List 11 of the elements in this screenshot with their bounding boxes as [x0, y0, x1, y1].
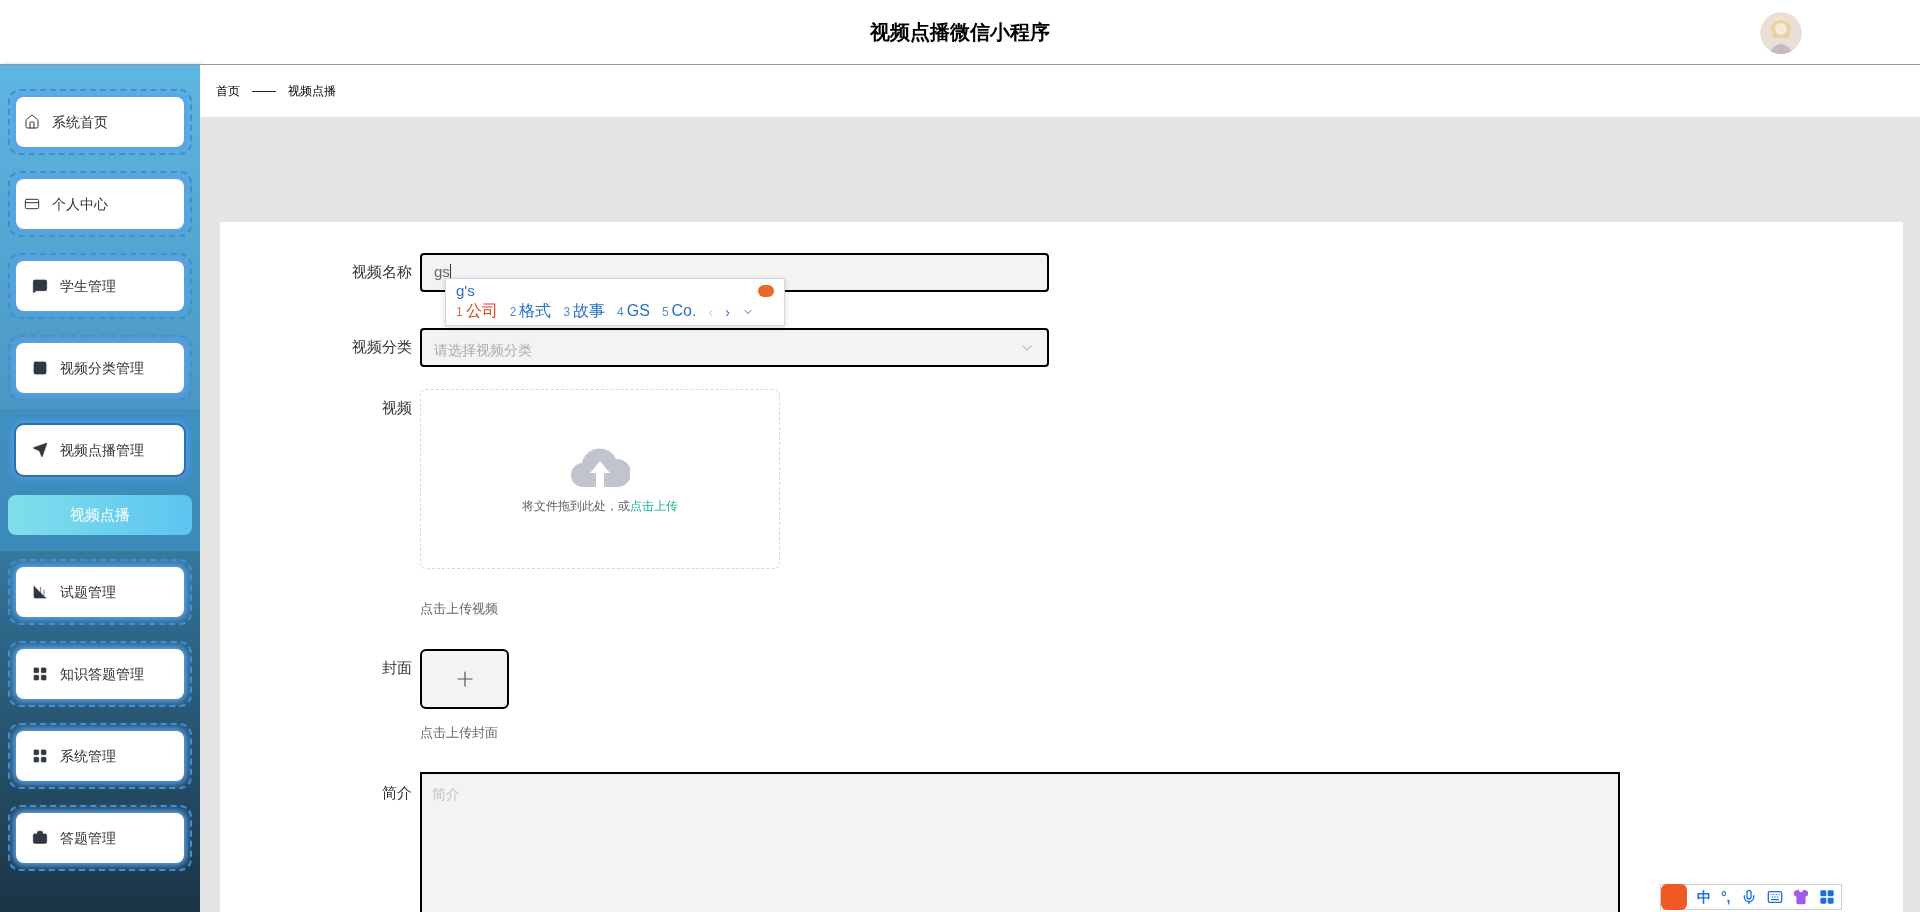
breadcrumb-item: 视频点播: [288, 83, 336, 100]
field-label: 简介: [381, 783, 413, 803]
app-title: 视频点播微信小程序: [870, 20, 1050, 45]
field-label: 视频分类: [351, 337, 413, 358]
field-label: 视频名称: [351, 262, 413, 283]
dropzone-text: 将文件拖到此处，或点击上传: [522, 498, 678, 515]
field-label: 封面: [381, 657, 413, 678]
upload-hint: 点击上传视频: [420, 600, 499, 618]
upload-hint: 点击上传封面: [420, 723, 499, 742]
breadcrumb-item: ——: [252, 83, 276, 100]
field-label: 视频: [381, 398, 413, 418]
